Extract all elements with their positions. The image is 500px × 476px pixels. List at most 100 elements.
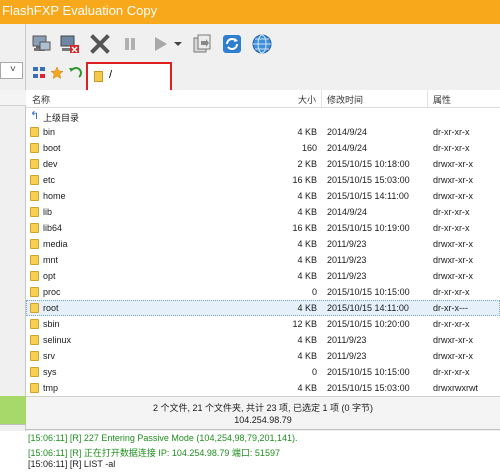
file-size: 2 KB [297, 159, 317, 169]
refresh-button[interactable] [220, 32, 244, 56]
file-name: sys [43, 367, 57, 377]
file-size: 4 KB [297, 207, 317, 217]
file-name: home [43, 191, 66, 201]
transfer-queue-icon [193, 34, 211, 53]
abort-button[interactable] [88, 32, 112, 56]
file-name: bin [43, 127, 56, 137]
folder-icon [30, 287, 39, 297]
file-row[interactable]: boot 160 2014/9/24 dr-xr-xr-x [26, 140, 500, 156]
file-attributes: dr-xr-xr-x [433, 319, 470, 329]
sitemap-icon[interactable] [32, 66, 46, 80]
file-row[interactable]: dev 2 KB 2015/10/15 10:18:00 drwxr-xr-x [26, 156, 500, 172]
file-attributes: drwxr-xr-x [433, 255, 473, 265]
file-row[interactable]: lib64 16 KB 2015/10/15 10:19:00 dr-xr-xr-x [26, 220, 500, 236]
file-name: mnt [43, 255, 59, 265]
remote-file-list: ↰ 上级目录 bin 4 KB 2014/9/24 dr-xr-xr-x boot 160… [26, 108, 500, 396]
file-row[interactable]: opt 4 KB 2011/9/23 drwxr-xr-x [26, 268, 500, 284]
file-name: sbin [43, 319, 60, 329]
log-line: [15:06:11] [R] 227 Entering Passive Mode… [28, 433, 298, 443]
disconnect-button[interactable] [58, 32, 82, 56]
status-summary: 2 个文件, 21 个文件夹, 共计 23 项, 已选定 1 项 (0 字节) [152, 403, 374, 413]
local-list-header [0, 90, 26, 106]
column-divider[interactable] [321, 90, 322, 107]
file-modified: 2015/10/15 10:15:00 [327, 367, 410, 377]
column-header-modified[interactable]: 修改时间 [327, 93, 363, 106]
file-name: lib [43, 207, 53, 217]
file-row[interactable]: bin 4 KB 2014/9/24 dr-xr-xr-x [26, 124, 500, 140]
file-row[interactable]: proc 0 2015/10/15 10:15:00 dr-xr-xr-x [26, 284, 500, 300]
start-transfer-button[interactable] [148, 32, 172, 56]
file-attributes: dr-xr-xr-x [433, 287, 470, 297]
file-name: dev [43, 159, 58, 169]
file-row[interactable]: sbin 12 KB 2015/10/15 10:20:00 dr-xr-xr-x [26, 316, 500, 332]
pause-button[interactable] [118, 32, 142, 56]
close-icon [90, 34, 110, 54]
toolbar [26, 24, 500, 62]
file-name: srv [43, 351, 55, 361]
file-modified: 2015/10/15 10:18:00 [327, 159, 410, 169]
folder-icon [30, 223, 39, 233]
column-header-name[interactable]: 名称 [32, 93, 50, 106]
file-size: 4 KB [297, 239, 317, 249]
file-row[interactable]: tmp 4 KB 2015/10/15 15:03:00 drwxrwxrwt [26, 380, 500, 396]
local-pane: ˅ [0, 24, 26, 476]
file-modified: 2011/9/23 [327, 351, 367, 361]
file-modified: 2015/10/15 15:03:00 [327, 383, 410, 393]
file-name: opt [43, 271, 56, 281]
file-size: 0 [311, 367, 317, 377]
file-modified: 2014/9/24 [327, 207, 368, 217]
file-row[interactable]: sys 0 2015/10/15 10:15:00 dr-xr-xr-x [26, 364, 500, 380]
file-modified: 2015/10/15 15:03:00 [327, 175, 410, 185]
file-row[interactable]: lib 4 KB 2014/9/24 dr-xr-xr-x [26, 204, 500, 220]
column-divider[interactable] [427, 90, 428, 107]
title-bar: FlashFXP Evaluation Copy [0, 0, 500, 24]
star-icon[interactable] [50, 66, 64, 80]
transfer-options-dropdown[interactable] [172, 32, 184, 56]
file-size: 4 KB [297, 271, 317, 281]
remote-path-input[interactable]: / [86, 62, 172, 92]
column-header-attributes[interactable]: 属性 [433, 93, 451, 106]
folder-icon [30, 207, 39, 217]
play-icon [155, 37, 167, 51]
refresh-icon [223, 35, 241, 53]
file-row[interactable]: media 4 KB 2011/9/23 drwxr-xr-x [26, 236, 500, 252]
file-row[interactable]: selinux 4 KB 2011/9/23 drwxr-xr-x [26, 332, 500, 348]
queue-button[interactable] [190, 32, 214, 56]
folder-icon [30, 383, 39, 393]
connect-button[interactable] [30, 32, 54, 56]
file-modified: 2015/10/15 10:15:00 [327, 287, 410, 297]
file-size: 12 KB [292, 319, 317, 329]
folder-icon [30, 175, 39, 185]
column-header-size[interactable]: 大小 [298, 93, 316, 106]
folder-icon [30, 143, 39, 153]
file-attributes: dr-xr-xr-x [433, 207, 470, 217]
globe-icon [252, 34, 272, 54]
back-icon[interactable] [68, 66, 82, 80]
file-name: root [43, 303, 59, 313]
chevron-down-icon: ˅ [10, 64, 16, 75]
folder-icon [30, 335, 39, 345]
file-attributes: dr-xr-xr-x [433, 223, 470, 233]
file-name: tmp [43, 383, 59, 393]
file-row[interactable]: srv 4 KB 2011/9/23 drwxr-xr-x [26, 348, 500, 364]
file-attributes: drwxr-xr-x [433, 239, 473, 249]
session-log: [15:06:11] [R] 227 Entering Passive Mode… [0, 431, 500, 476]
up-arrow-icon: ↰ [30, 110, 40, 122]
file-modified: 2015/10/15 14:11:00 [327, 191, 409, 201]
file-attributes: dr-xr-xr-x [433, 367, 470, 377]
browser-button[interactable] [250, 32, 274, 56]
file-row[interactable]: etc 16 KB 2015/10/15 15:03:00 drwxr-xr-x [26, 172, 500, 188]
file-row[interactable]: home 4 KB 2015/10/15 14:11:00 drwxr-xr-x [26, 188, 500, 204]
local-drive-dropdown[interactable]: ˅ [0, 62, 23, 79]
file-attributes: drwxr-xr-x [433, 335, 473, 345]
file-modified: 2014/9/24 [327, 127, 368, 137]
parent-directory-row[interactable]: ↰ 上级目录 [26, 108, 500, 124]
folder-icon [30, 367, 39, 377]
file-size: 4 KB [297, 255, 317, 265]
file-row[interactable]: root 4 KB 2015/10/15 14:11:00 dr-xr-x--- [26, 300, 500, 316]
file-size: 4 KB [297, 303, 317, 313]
file-row[interactable]: mnt 4 KB 2011/9/23 drwxr-xr-x [26, 252, 500, 268]
local-status-bar [0, 396, 26, 424]
log-line: [15:06:11] [R] 正在打开数据连接 IP: 104.254.98.7… [28, 448, 280, 458]
file-size: 0 [311, 287, 317, 297]
